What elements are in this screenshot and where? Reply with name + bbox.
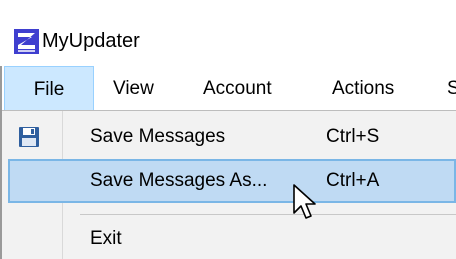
save-icon [19, 127, 39, 147]
menu-bar: File View Account Actions S [2, 66, 456, 111]
file-dropdown-menu: Save Messages Ctrl+S Save Messages As...… [2, 110, 456, 259]
menu-file[interactable]: File [4, 66, 94, 111]
mouse-pointer-icon [293, 184, 316, 219]
menu-item-shortcut: Ctrl+S [326, 126, 380, 147]
menu-truncated[interactable]: S [447, 66, 456, 111]
menu-item-label: Save Messages As... [90, 170, 268, 191]
menu-view[interactable]: View [113, 66, 154, 111]
menu-item-exit[interactable]: Exit [8, 217, 456, 259]
app-logo-icon [14, 29, 39, 54]
menu-item-save-messages[interactable]: Save Messages Ctrl+S [8, 115, 456, 159]
menu-item-label: Exit [90, 228, 122, 249]
menu-actions[interactable]: Actions [332, 66, 394, 111]
menu-separator [80, 214, 456, 215]
title-bar: MyUpdater [0, 0, 456, 66]
menu-account[interactable]: Account [203, 66, 272, 111]
menu-item-shortcut: Ctrl+A [326, 170, 380, 191]
menu-item-save-messages-as[interactable]: Save Messages As... Ctrl+A [8, 159, 456, 203]
app-title: MyUpdater [42, 30, 140, 52]
menu-item-label: Save Messages [90, 126, 226, 147]
